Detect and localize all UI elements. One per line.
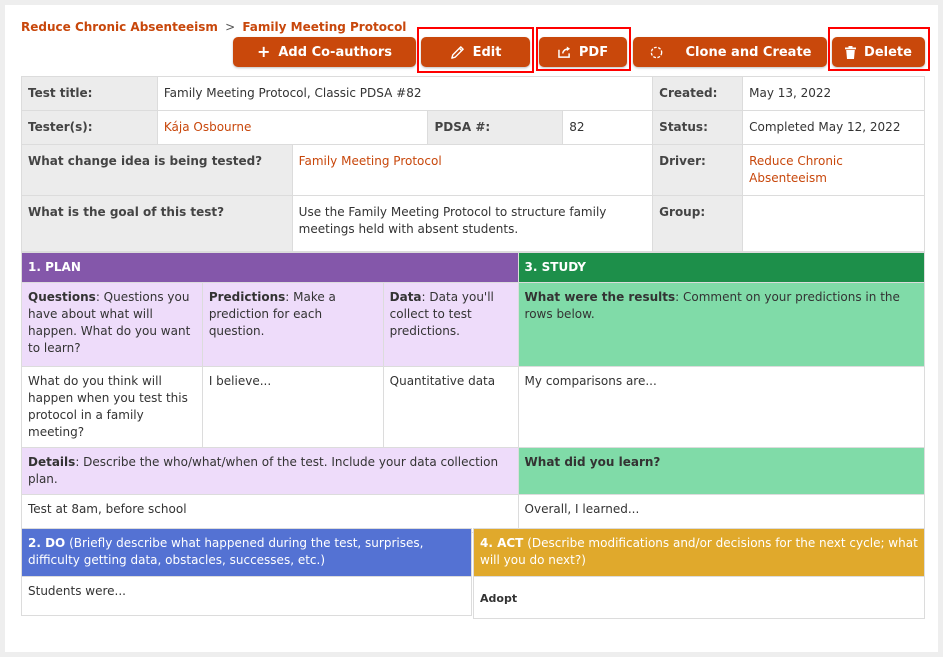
breadcrumb-current-link[interactable]: Family Meeting Protocol bbox=[242, 20, 406, 34]
data-value: Quantitative data bbox=[382, 366, 519, 448]
study-header: 3. STUDY bbox=[517, 252, 926, 283]
breadcrumb-separator: > bbox=[225, 20, 236, 34]
test-title-label: Test title: bbox=[21, 76, 158, 111]
pdf-label: PDF bbox=[578, 44, 609, 60]
do-value: Students were... bbox=[21, 576, 472, 616]
created-label: Created: bbox=[652, 76, 744, 111]
edit-button[interactable]: Edit bbox=[421, 37, 530, 67]
change-idea-label: What change idea is being tested? bbox=[21, 144, 293, 196]
group-label: Group: bbox=[652, 195, 744, 252]
do-header: 2. DO (Briefly describe what happened du… bbox=[21, 528, 472, 577]
details-value: Test at 8am, before school bbox=[21, 494, 519, 533]
group-value bbox=[742, 195, 925, 252]
tester-link[interactable]: Kája Osbourne bbox=[156, 110, 429, 145]
do-header-desc: (Briefly describe what happened during t… bbox=[28, 536, 424, 567]
results-prompt: What were the results: Comment on your p… bbox=[517, 282, 926, 367]
pdsa-number-label: PDSA #: bbox=[427, 110, 564, 145]
plan-header: 1. PLAN bbox=[21, 252, 519, 283]
status-label: Status: bbox=[652, 110, 744, 145]
breadcrumb-parent-link[interactable]: Reduce Chronic Absenteeism bbox=[21, 20, 218, 34]
test-details-table: Test title: Family Meeting Protocol, Cla… bbox=[21, 76, 925, 252]
breadcrumb: Reduce Chronic Absenteeism > Family Meet… bbox=[21, 20, 406, 34]
act-value: Adopt bbox=[473, 576, 925, 619]
driver-label: Driver: bbox=[652, 144, 744, 196]
goal-value: Use the Family Meeting Protocol to struc… bbox=[291, 195, 654, 252]
clone-and-create-label: Clone and Create bbox=[685, 44, 812, 60]
status-value: Completed May 12, 2022 bbox=[742, 110, 925, 145]
details-desc: : Describe the who/what/when of the test… bbox=[28, 455, 499, 486]
results-title: What were the results bbox=[524, 290, 676, 304]
results-value: My comparisons are... bbox=[517, 366, 926, 448]
pdf-button[interactable]: PDF bbox=[539, 37, 627, 67]
predictions-title: Predictions bbox=[208, 290, 286, 304]
do-header-title: 2. DO bbox=[28, 536, 66, 550]
questions-prompt: Questions: Questions you have about what… bbox=[21, 282, 203, 367]
details-prompt: Details: Describe the who/what/when of t… bbox=[21, 447, 519, 495]
act-header: 4. ACT (Describe modifications and/or de… bbox=[473, 528, 925, 577]
add-coauthors-label: Add Co-authors bbox=[278, 44, 393, 60]
trash-icon bbox=[845, 45, 857, 59]
goal-label: What is the goal of this test? bbox=[21, 195, 293, 252]
share-export-icon bbox=[558, 46, 571, 58]
plus-icon: + bbox=[256, 42, 271, 61]
change-idea-link[interactable]: Family Meeting Protocol bbox=[291, 144, 654, 196]
test-title-value: Family Meeting Protocol, Classic PDSA #8… bbox=[156, 76, 654, 111]
learn-prompt: What did you learn? bbox=[517, 447, 926, 495]
act-header-title: 4. ACT bbox=[480, 536, 524, 550]
plan-study-table: 1. PLAN 3. STUDY Questions: Questions yo… bbox=[21, 252, 926, 533]
details-title: Details bbox=[28, 455, 76, 469]
pdsa-number-value: 82 bbox=[562, 110, 654, 145]
created-value: May 13, 2022 bbox=[742, 76, 925, 111]
delete-button[interactable]: Delete bbox=[832, 37, 925, 67]
edit-label: Edit bbox=[472, 44, 502, 60]
data-prompt: Data: Data you'll collect to test predic… bbox=[382, 282, 519, 367]
learn-value: Overall, I learned... bbox=[517, 494, 926, 533]
clone-and-create-button[interactable]: Clone and Create bbox=[633, 37, 827, 67]
pencil-icon bbox=[450, 45, 465, 60]
questions-title: Questions bbox=[28, 290, 96, 304]
act-table: 4. ACT (Describe modifications and/or de… bbox=[473, 528, 925, 619]
prediction-value: I believe... bbox=[201, 366, 384, 448]
delete-label: Delete bbox=[864, 44, 912, 60]
testers-label: Tester(s): bbox=[21, 110, 158, 145]
crosshair-icon bbox=[649, 45, 664, 60]
driver-link[interactable]: Reduce Chronic Absenteeism bbox=[742, 144, 925, 196]
question-value: What do you think will happen when you t… bbox=[21, 366, 203, 448]
predictions-prompt: Predictions: Make a prediction for each … bbox=[201, 282, 384, 367]
data-title: Data bbox=[389, 290, 422, 304]
add-coauthors-button[interactable]: + Add Co-authors bbox=[233, 37, 416, 67]
act-header-desc: (Describe modifications and/or decisions… bbox=[480, 536, 918, 567]
do-table: 2. DO (Briefly describe what happened du… bbox=[21, 528, 472, 616]
